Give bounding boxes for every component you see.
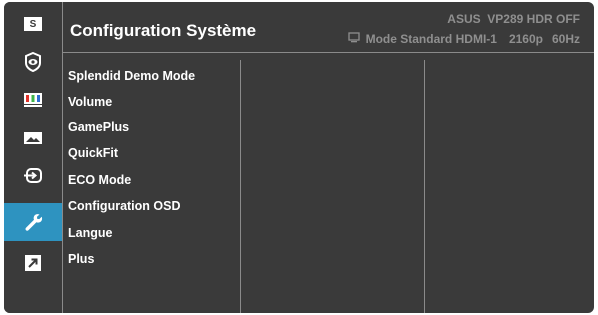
splendid-icon: S (24, 17, 42, 31)
model-name: VP289 HDR OFF (487, 12, 580, 26)
osd-window: S Configuration Système ASUS VP289 HDR O… (4, 2, 594, 313)
refresh-rate-label: 60Hz (551, 32, 580, 46)
eye-care-icon (25, 52, 41, 72)
sidebar: S (4, 2, 62, 313)
wrench-icon (25, 214, 43, 231)
sidebar-item-eye-care[interactable] (4, 43, 62, 81)
status-bar: Mode Standard HDMI-1 2160p 60Hz (347, 32, 580, 46)
color-icon (24, 93, 42, 107)
sidebar-item-color[interactable] (4, 81, 62, 119)
column-divider-2 (424, 60, 425, 313)
menu-item-eco-mode[interactable]: ECO Mode (68, 173, 131, 187)
column-divider-1 (240, 60, 241, 313)
splendid-icon-letter: S (30, 19, 37, 30)
resolution-label: 2160p (508, 32, 543, 46)
sidebar-divider (62, 2, 63, 313)
menu-item-osd-setup[interactable]: Configuration OSD (68, 199, 181, 213)
model-info: ASUS VP289 HDR OFF (447, 12, 580, 26)
menu-item-volume[interactable]: Volume (68, 95, 112, 109)
sidebar-item-system-setup[interactable] (4, 203, 62, 241)
sidebar-item-image[interactable] (4, 119, 62, 157)
menu-item-gameplus[interactable]: GamePlus (68, 120, 129, 134)
menu-item-quickfit[interactable]: QuickFit (68, 146, 118, 160)
input-label: HDMI-1 (455, 32, 497, 46)
sidebar-item-shortcut[interactable] (4, 244, 62, 282)
mode-label: Mode Standard (365, 32, 453, 46)
sidebar-item-splendid[interactable]: S (4, 5, 62, 43)
header-divider (62, 52, 594, 53)
monitor-icon (347, 32, 360, 46)
shortcut-icon (25, 255, 41, 271)
menu-item-more[interactable]: Plus (68, 252, 94, 266)
sidebar-item-input-select[interactable] (4, 157, 62, 195)
page-title: Configuration Système (70, 21, 257, 40)
image-icon (24, 132, 42, 144)
input-select-icon (24, 168, 42, 183)
menu-item-splendid-demo-mode[interactable]: Splendid Demo Mode (68, 69, 195, 83)
menu-item-language[interactable]: Langue (68, 226, 112, 240)
model-brand: ASUS (447, 12, 481, 26)
